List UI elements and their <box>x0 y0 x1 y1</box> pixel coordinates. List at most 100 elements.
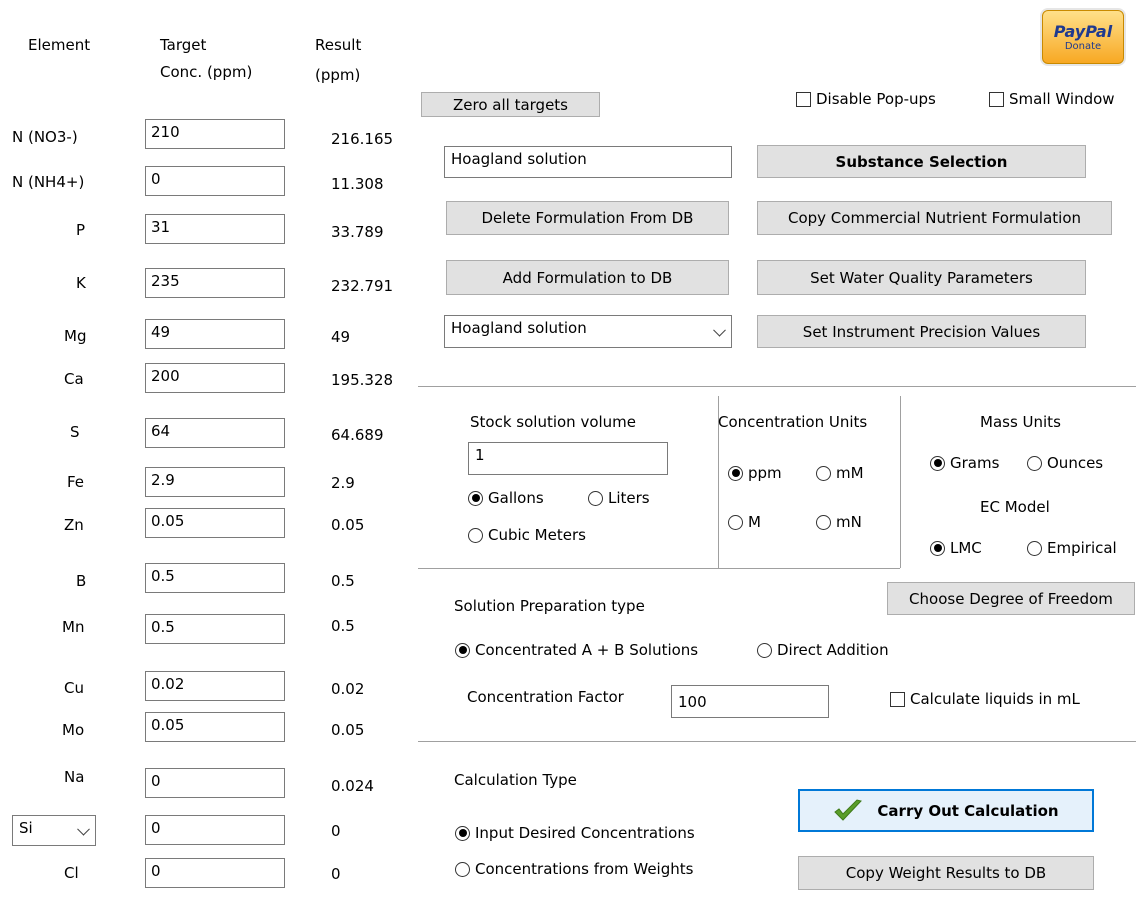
element-label: N (NH4+) <box>12 173 85 191</box>
element-label: Cl <box>64 864 79 882</box>
result-value: 0 <box>331 822 341 840</box>
radio-dot <box>757 642 772 658</box>
radio-dot <box>728 514 743 530</box>
direct-addition-radio[interactable]: Direct Addition <box>757 641 889 659</box>
target-input[interactable]: 2.9 <box>145 467 285 497</box>
element-label: Cu <box>64 679 84 697</box>
target-input[interactable]: 0 <box>145 768 285 798</box>
ec-model-label: EC Model <box>980 498 1050 516</box>
formulation-dropdown[interactable]: Hoagland solution <box>444 315 732 348</box>
add-formulation-button[interactable]: Add Formulation to DB <box>446 260 729 295</box>
mM-radio[interactable]: mM <box>816 464 864 482</box>
result-value: 0.02 <box>331 680 365 698</box>
radio-dot <box>816 465 831 481</box>
target-input[interactable]: 0.02 <box>145 671 285 701</box>
ounces-label: Ounces <box>1047 454 1104 472</box>
target-input[interactable]: 31 <box>145 214 285 244</box>
radio-dot <box>455 825 470 841</box>
small-window-checkbox[interactable]: Small Window <box>989 90 1115 108</box>
element-label: S <box>70 423 80 441</box>
calculate-liquids-ml-checkbox[interactable]: Calculate liquids in mL <box>890 690 1080 708</box>
target-input[interactable]: 0 <box>145 815 285 845</box>
ounces-radio[interactable]: Ounces <box>1027 454 1103 472</box>
result-value: 33.789 <box>331 223 384 241</box>
mN-radio[interactable]: mN <box>816 513 862 531</box>
concentrations-from-weights-radio[interactable]: Concentrations from Weights <box>455 860 693 878</box>
copy-weight-results-button[interactable]: Copy Weight Results to DB <box>798 856 1094 890</box>
target-input[interactable]: 64 <box>145 418 285 448</box>
formulation-name-input[interactable]: Hoagland solution <box>444 146 732 178</box>
separator <box>418 741 1136 742</box>
element-label: B <box>76 572 87 590</box>
concentrated-ab-radio[interactable]: Concentrated A + B Solutions <box>455 641 698 659</box>
radio-dot <box>1027 455 1042 471</box>
ppm-radio[interactable]: ppm <box>728 464 782 482</box>
mM-label: mM <box>836 464 864 482</box>
solution-prep-label: Solution Preparation type <box>454 597 645 615</box>
element-label: N (NO3-) <box>12 128 78 146</box>
concentration-factor-input[interactable]: 100 <box>671 685 829 718</box>
carry-out-calculation-button[interactable]: Carry Out Calculation <box>798 789 1094 832</box>
paypal-donate-button[interactable]: PayPal Donate <box>1042 10 1124 64</box>
target-input[interactable]: 0.5 <box>145 614 285 644</box>
calculate-liquids-ml-label: Calculate liquids in mL <box>910 690 1080 708</box>
element-label: Mo <box>62 721 85 739</box>
chevron-down-icon <box>77 822 90 836</box>
target-input[interactable]: 235 <box>145 268 285 298</box>
radio-dot <box>930 540 945 556</box>
empirical-radio[interactable]: Empirical <box>1027 539 1117 557</box>
copy-commercial-formulation-button[interactable]: Copy Commercial Nutrient Formulation <box>757 201 1112 235</box>
target-input[interactable]: 0.05 <box>145 712 285 742</box>
result-value: 0.024 <box>331 777 374 795</box>
element-label: Mg <box>64 327 87 345</box>
stock-volume-input[interactable]: 1 <box>468 442 668 475</box>
liters-radio[interactable]: Liters <box>588 489 650 507</box>
radio-dot <box>455 642 470 658</box>
input-desired-concentrations-radio[interactable]: Input Desired Concentrations <box>455 824 695 842</box>
lmc-radio[interactable]: LMC <box>930 539 982 557</box>
cubic-meters-radio[interactable]: Cubic Meters <box>468 526 586 544</box>
disable-popups-checkbox[interactable]: Disable Pop-ups <box>796 90 936 108</box>
element-label: Ca <box>64 370 84 388</box>
target-input[interactable]: 210 <box>145 119 285 149</box>
disable-popups-label: Disable Pop-ups <box>816 90 936 108</box>
M-radio[interactable]: M <box>728 513 761 531</box>
concentrations-from-weights-label: Concentrations from Weights <box>475 860 694 878</box>
result-value: 195.328 <box>331 371 394 389</box>
result-value: 216.165 <box>331 130 394 148</box>
cubic-meters-label: Cubic Meters <box>488 526 586 544</box>
target-input[interactable]: 0 <box>145 166 285 196</box>
paypal-logo: PayPal <box>1053 22 1113 41</box>
checkbox-box <box>796 91 811 107</box>
result-value: 0.5 <box>331 572 355 590</box>
target-input[interactable]: 0.05 <box>145 508 285 538</box>
checkbox-box <box>890 691 905 707</box>
choose-degree-of-freedom-button[interactable]: Choose Degree of Freedom <box>887 582 1135 615</box>
M-label: M <box>748 513 761 531</box>
zero-all-targets-button[interactable]: Zero all targets <box>421 92 600 117</box>
result-value: 11.308 <box>331 175 384 193</box>
ppm-label: ppm <box>748 464 782 482</box>
result-value: 0 <box>331 865 341 883</box>
delete-formulation-button[interactable]: Delete Formulation From DB <box>446 201 729 235</box>
element-label: Na <box>64 768 85 786</box>
substance-selection-button[interactable]: Substance Selection <box>757 145 1086 178</box>
mN-label: mN <box>836 513 862 531</box>
target-input[interactable]: 200 <box>145 363 285 393</box>
direct-addition-label: Direct Addition <box>777 641 889 659</box>
instrument-precision-button[interactable]: Set Instrument Precision Values <box>757 315 1086 348</box>
extra-element-dropdown[interactable]: Si <box>12 815 96 846</box>
target-input[interactable]: 0 <box>145 858 285 888</box>
donate-label: Donate <box>1064 41 1102 52</box>
target-input[interactable]: 0.5 <box>145 563 285 593</box>
small-window-label: Small Window <box>1009 90 1115 108</box>
element-label: P <box>76 221 86 239</box>
checkbox-box <box>989 91 1004 107</box>
result-value: 0.05 <box>331 721 365 739</box>
empirical-label: Empirical <box>1047 539 1117 557</box>
lmc-label: LMC <box>950 539 982 557</box>
water-quality-button[interactable]: Set Water Quality Parameters <box>757 260 1086 295</box>
target-input[interactable]: 49 <box>145 319 285 349</box>
grams-radio[interactable]: Grams <box>930 454 999 472</box>
gallons-radio[interactable]: Gallons <box>468 489 544 507</box>
